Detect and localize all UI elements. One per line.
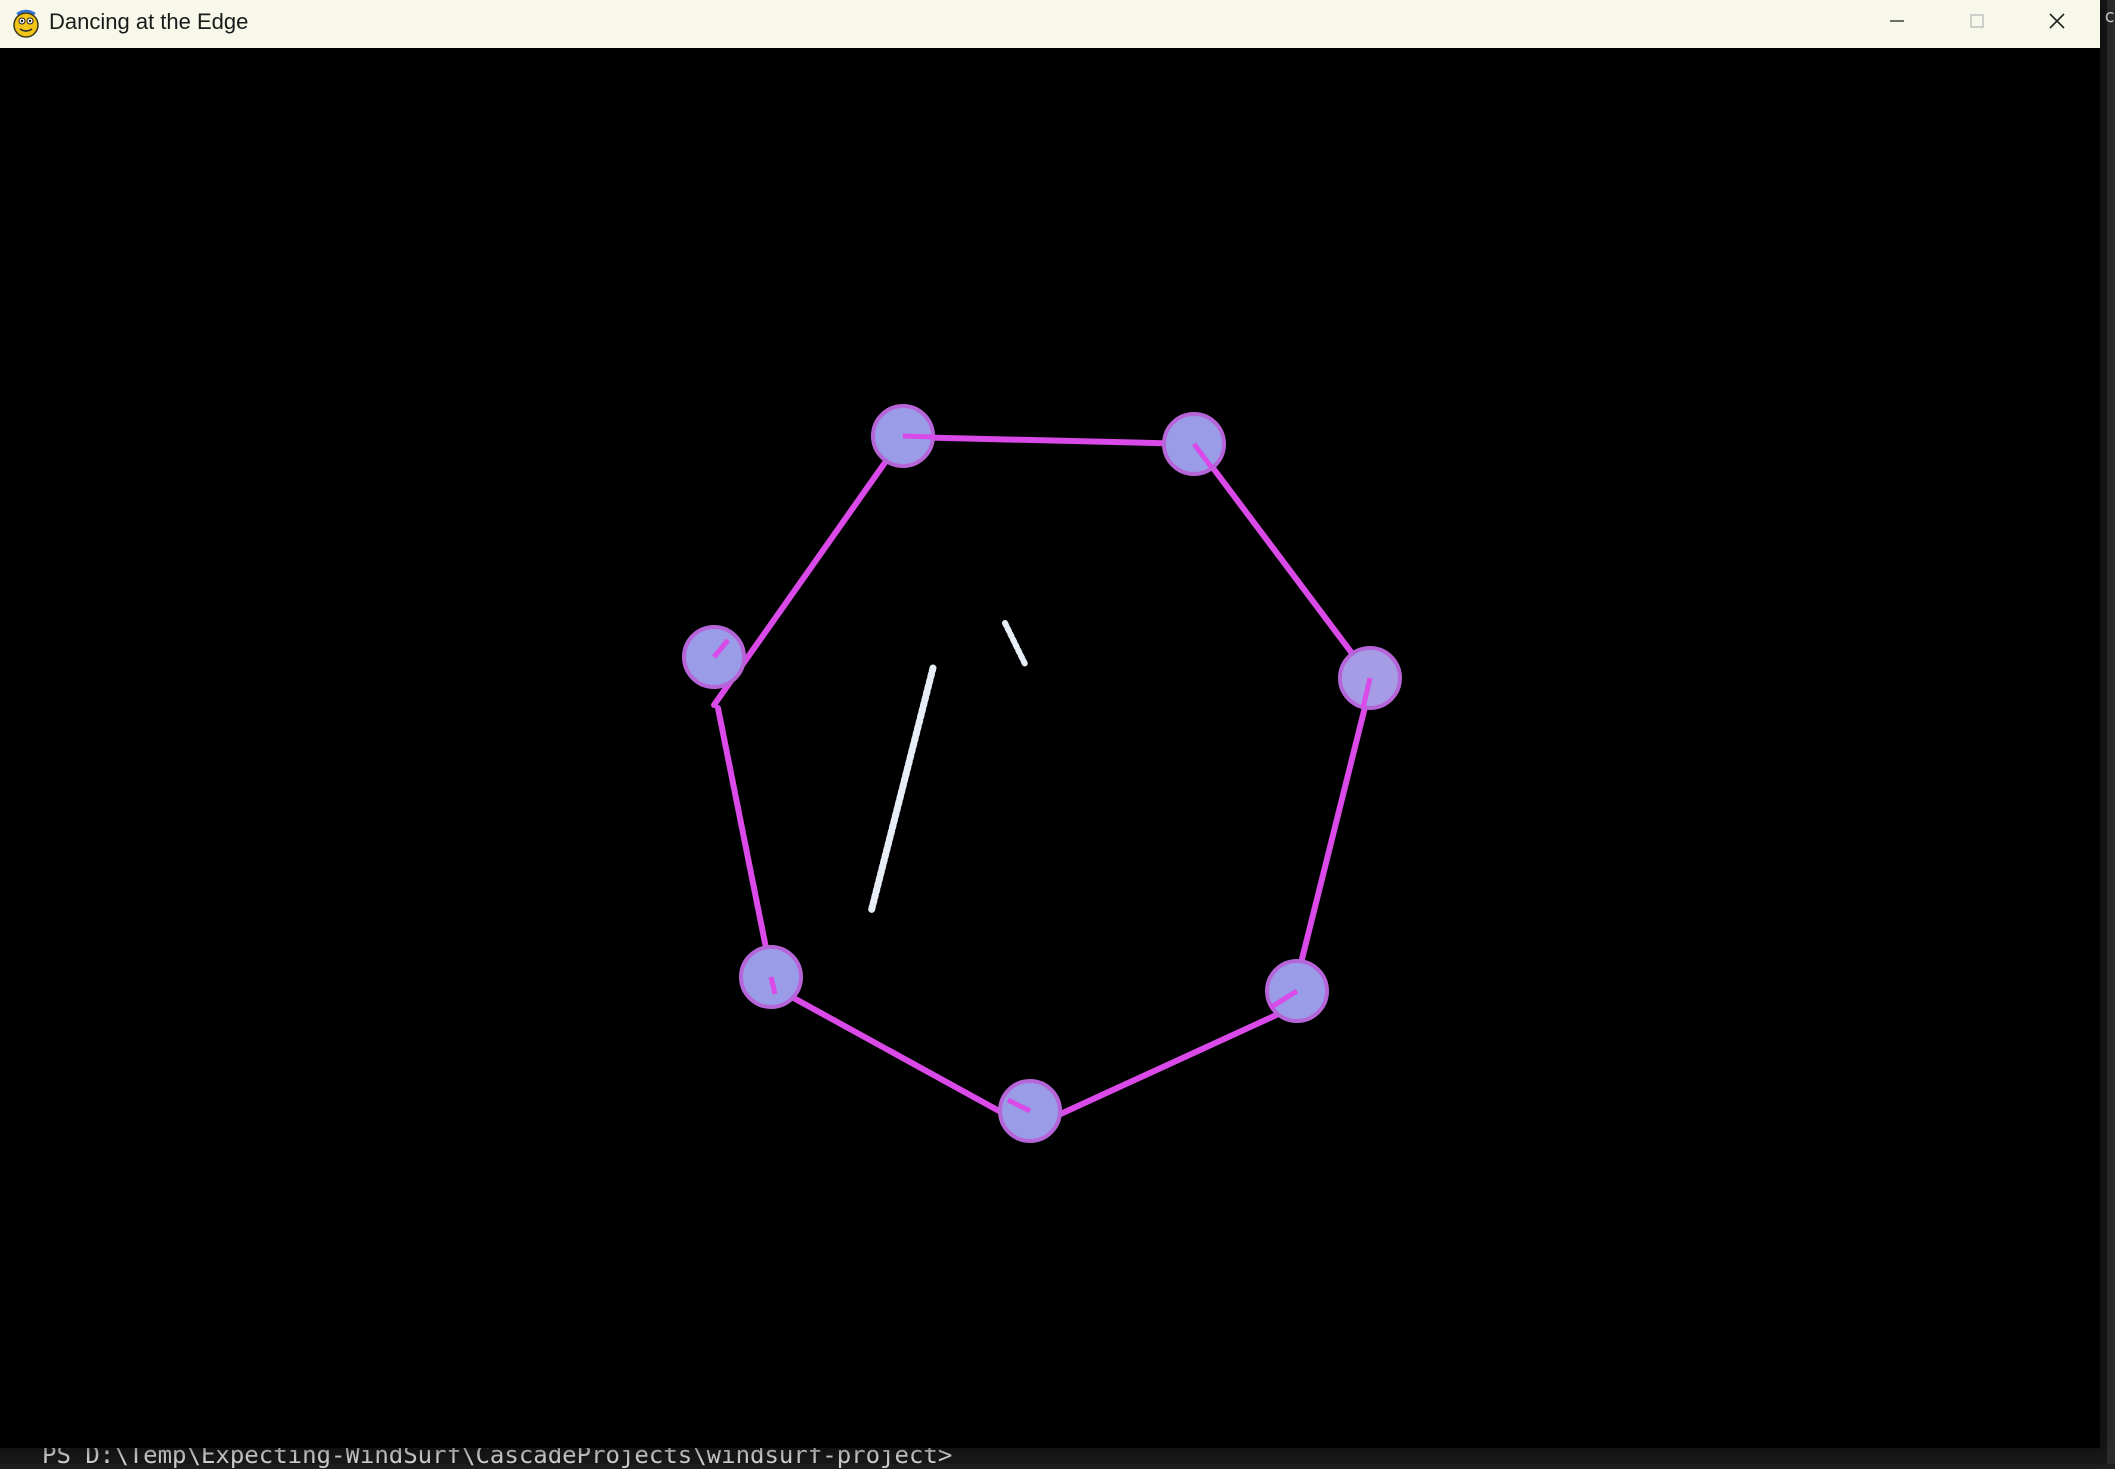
polygon-edge (902, 434, 1198, 447)
maximize-icon (1970, 14, 1984, 28)
node (682, 625, 746, 689)
node (1162, 412, 1226, 476)
node (739, 945, 803, 1009)
scene-svg (682, 404, 1402, 1143)
window-title: Dancing at the Edge (49, 9, 249, 34)
terminal-edge (2107, 0, 2115, 1464)
polygon-nodes (682, 404, 1402, 1143)
close-icon (2049, 13, 2065, 29)
pygame-snake-icon (13, 9, 39, 38)
node (1265, 959, 1329, 1023)
polygon-edges (711, 434, 1374, 1131)
game-window: Dancing at the Edge (0, 0, 2100, 1448)
node (1338, 646, 1402, 710)
polygon-edge (1027, 1003, 1299, 1131)
close-button[interactable] (2017, 0, 2097, 42)
particle-trails (867, 620, 1029, 916)
maximize-button[interactable] (1937, 0, 2017, 42)
polygon-edge (1192, 441, 1366, 671)
title-bar[interactable]: Dancing at the Edge (0, 0, 2100, 48)
game-canvas[interactable] (0, 48, 2100, 1448)
particle-trail (867, 664, 937, 916)
node (871, 404, 936, 468)
polygon-edge (767, 982, 1033, 1131)
terminal-edge-text: c: (2104, 6, 2115, 27)
node (998, 1079, 1062, 1143)
particle-trail (1002, 620, 1029, 669)
minimize-button[interactable] (1857, 0, 1937, 42)
polygon-edge (1293, 680, 1374, 986)
minimize-icon (1890, 20, 1904, 22)
